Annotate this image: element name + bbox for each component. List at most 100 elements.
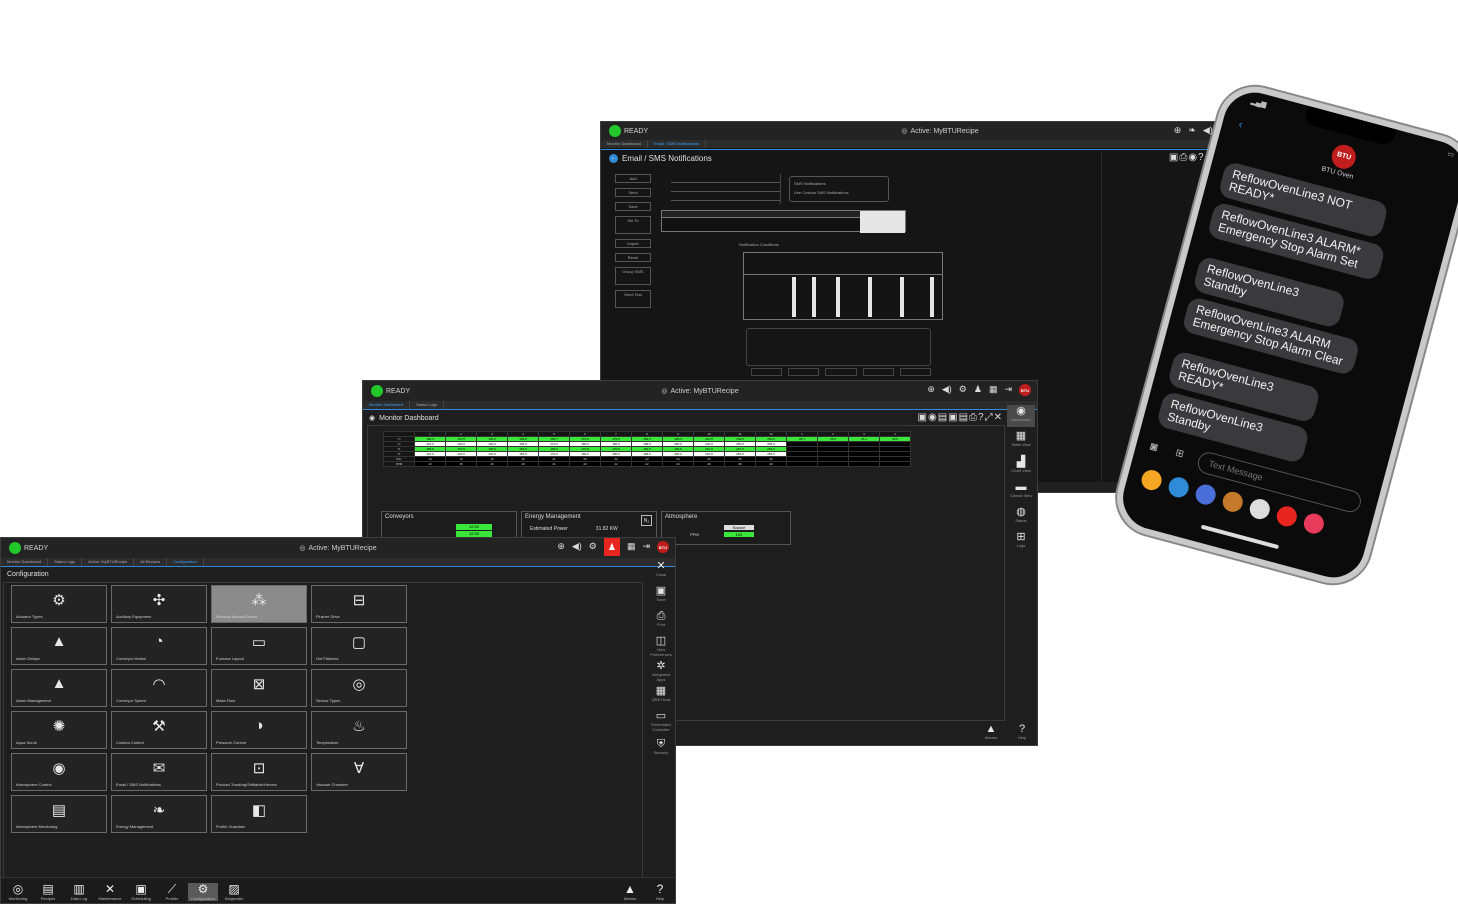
import-button[interactable]: Import <box>615 239 651 248</box>
config-tile[interactable]: ✺ Aqua Scrub <box>11 711 107 749</box>
rail-dashboard[interactable]: ◉ Dashboard <box>1007 405 1035 427</box>
save-button[interactable]: Save <box>615 202 651 211</box>
config-tile[interactable]: ❧ Energy Management <box>111 795 207 833</box>
bottom-option[interactable] <box>899 368 932 376</box>
group-sms-button[interactable]: Group SMS <box>615 267 651 285</box>
appstore-app-icon[interactable] <box>1166 475 1191 500</box>
bottom-option[interactable] <box>751 368 783 376</box>
tab-email-sms[interactable]: Email / SMS Notifications <box>648 140 706 148</box>
rail-chart-view[interactable]: ▟ Chart View <box>1007 456 1035 473</box>
gear-icon[interactable]: ⚙ <box>959 384 967 396</box>
config-tile-label: Actuator Types <box>16 614 43 619</box>
tab-monitor-dashboard[interactable]: Monitor Dashboard <box>363 401 411 409</box>
network-icon[interactable]: ⊕ <box>1174 125 1182 136</box>
monitor-help-button[interactable]: ? Help <box>1008 723 1036 740</box>
sms-notifications-option[interactable]: SMS Notifications <box>794 181 884 186</box>
logout-icon[interactable]: ⇥ <box>1004 384 1012 396</box>
nav-maintenance[interactable]: ✕ Maintenance <box>95 883 125 902</box>
leaf-icon[interactable]: ❧ <box>1188 125 1196 136</box>
back-arrow-icon[interactable]: ← <box>609 154 618 163</box>
config-tile[interactable]: ◉ Atmosphere Control <box>11 753 107 791</box>
monitor-alarms-button[interactable]: ▲ Alarms <box>977 723 1005 740</box>
config-alarms-button[interactable]: ▲ Alarms <box>615 883 645 902</box>
config-tile[interactable]: ⊟ Flusher Drive <box>311 585 407 623</box>
nav-scheduling[interactable]: ▣ Scheduling <box>126 883 156 902</box>
emoji-app-icon[interactable] <box>1220 489 1245 515</box>
user-alarm-icon[interactable]: ♟ <box>603 538 620 556</box>
keyboard-icon[interactable]: ▦ <box>989 384 998 396</box>
tab-status-logs[interactable]: Status Logs <box>410 401 445 409</box>
heart-app-icon[interactable] <box>1301 511 1327 536</box>
gear-icon[interactable]: ⚙ <box>589 541 597 556</box>
view-preferences-button[interactable]: ◫ View Preferences <box>647 635 675 657</box>
config-tile[interactable]: ◧ Profile Guardian <box>211 795 307 833</box>
network-icon[interactable]: ⊕ <box>557 541 565 556</box>
tab-monitor-dashboard[interactable]: Monitor Dashboard <box>601 140 649 148</box>
volume-icon[interactable]: ◀) <box>572 541 582 556</box>
music-app-icon[interactable] <box>1274 504 1300 529</box>
config-tile[interactable]: ◑ Pressure Control <box>211 711 307 749</box>
config-tile[interactable]: ▲ Alarm Management <box>11 669 107 707</box>
send-button[interactable]: Send <box>615 188 651 197</box>
config-tile[interactable]: ◠ Conveyor Speed <box>111 669 207 707</box>
apps-icon[interactable]: ⊞ <box>1174 448 1185 461</box>
volume-icon[interactable]: ◀) <box>1203 125 1213 136</box>
bottom-option[interactable] <box>862 368 894 376</box>
set-to-button[interactable]: Set To <box>615 216 651 234</box>
tab-all-recipes[interactable]: All Recipes <box>134 558 168 566</box>
integrated-apps-button[interactable]: ✲ Integrated Apps <box>647 660 675 682</box>
config-tile[interactable]: ♨ Temperature <box>311 711 407 749</box>
nav-recipes[interactable]: ▤ Recipes <box>33 883 63 902</box>
network-icon[interactable]: ⊕ <box>927 384 935 396</box>
camera-icon[interactable]: ◙ <box>1149 439 1160 454</box>
qrb-hook-button[interactable]: ▦ QRB Hook <box>647 685 675 702</box>
bottom-option[interactable] <box>825 368 857 376</box>
tab-monitor-dashboard[interactable]: Monitor Dashboard <box>1 558 49 566</box>
config-tile[interactable]: ⊠ Mass Flow <box>211 669 307 707</box>
memoji-app-icon[interactable] <box>1193 482 1218 507</box>
config-tile[interactable]: ▤ Atmosphere Monitoring <box>11 795 107 833</box>
phone-back-icon[interactable]: ‹ <box>1237 117 1244 132</box>
config-tile[interactable]: ⚒ Custom Control <box>111 711 207 749</box>
rail-logs[interactable]: ⊞ Logs <box>1007 531 1035 548</box>
config-tile[interactable]: ∀ Vacuum Chamber <box>311 753 407 791</box>
config-help-button[interactable]: ? Help <box>645 883 675 902</box>
config-tile[interactable]: ⚙ Actuator Types <box>11 585 107 623</box>
config-tile[interactable]: ▭ Furnace Layout <box>211 627 307 665</box>
config-tile[interactable]: ▢ Hot Flatness <box>311 627 407 665</box>
rail-classic-view[interactable]: ▬ Classic View <box>1007 481 1035 498</box>
print-button[interactable]: ⎙ Print <box>647 610 675 627</box>
nav-profiler[interactable]: ⟋ Profiler <box>157 883 187 902</box>
config-tile[interactable]: ⊡ Product Tracking/Shiftable/Heroes <box>211 753 307 791</box>
keyboard-icon[interactable]: ▦ <box>627 541 636 556</box>
config-tile[interactable]: ◎ Sensor Types <box>311 669 407 707</box>
config-tile[interactable]: ✉ Email / SMS Notifications <box>111 753 207 791</box>
rail-table-view[interactable]: ▦ Table View <box>1007 430 1035 447</box>
bottom-option[interactable] <box>788 368 820 376</box>
config-tile[interactable]: ⁂ External Alarms/Events <box>211 585 307 623</box>
user-icon[interactable]: ♟ <box>974 384 982 396</box>
tab-active-recipe[interactable]: Active: MyBTURecipe <box>82 558 135 566</box>
config-tile[interactable]: ✣ Auxiliary Equipment <box>111 585 207 623</box>
send-test-button[interactable]: Send Test <box>615 290 651 308</box>
config-tile[interactable]: ▲ Alarm Delays <box>11 627 107 665</box>
nav-diagnostic[interactable]: ▨ Diagnostic <box>219 883 249 902</box>
save-button[interactable]: ▣ Save <box>647 585 675 602</box>
nav-data-log[interactable]: ▥ Data Log <box>64 883 94 902</box>
custom-sms-option[interactable]: Use Custom SMS Notifications <box>794 190 884 195</box>
embedded-controller-button[interactable]: ▭ Embedded Controller <box>647 710 675 732</box>
tab-configuration[interactable]: Configuration <box>167 558 204 566</box>
nav-monitoring[interactable]: ◎ Monitoring <box>3 883 33 902</box>
stickers-app-icon[interactable] <box>1247 496 1273 522</box>
close-button[interactable]: ✕ Close <box>647 560 675 577</box>
rail-status[interactable]: ◍ Status <box>1007 506 1035 523</box>
volume-icon[interactable]: ◀) <box>942 384 952 396</box>
add-button[interactable]: Add <box>615 174 651 183</box>
reset-button[interactable]: Reset <box>615 253 651 262</box>
config-tile[interactable]: ◔ Conveyor Motion <box>111 627 207 665</box>
logout-icon[interactable]: ⇥ <box>642 541 650 556</box>
nav-configuration[interactable]: ⚙ Configuration <box>188 883 218 901</box>
tab-status-logs[interactable]: Status Logs <box>48 558 83 566</box>
security-button[interactable]: ⛨ Security <box>647 738 675 755</box>
photos-app-icon[interactable] <box>1139 467 1164 493</box>
